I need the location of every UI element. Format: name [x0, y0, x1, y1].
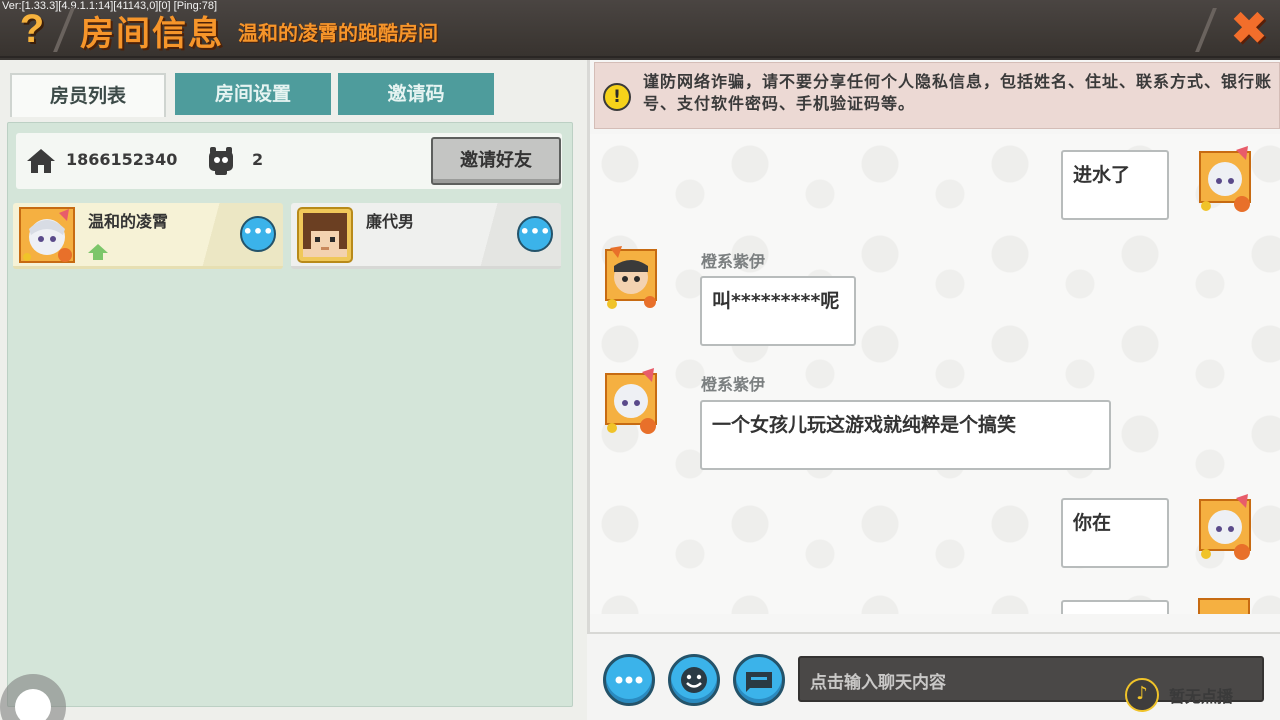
host-icon: [88, 244, 108, 260]
ellipsis-icon: [615, 676, 643, 684]
fraud-warning-banner: ! 谨防网络诈骗，请不要分享任何个人隐私信息，包括姓名、住址、联系方式、银行账号…: [594, 62, 1280, 129]
member-card[interactable]: 廉代男 •••: [291, 203, 561, 269]
room-info-row: 1866152340 2 邀请好友: [16, 133, 562, 189]
left-panel: 房员列表 房间设置 邀请码 1866152340 2 邀请好友 温和的凌霄 ••…: [0, 60, 587, 720]
room-name: 温和的凌霄的跑酷房间: [238, 21, 438, 45]
quick-message-button[interactable]: [733, 654, 785, 706]
close-button[interactable]: ✖: [1222, 4, 1276, 52]
tab-invite-code[interactable]: 邀请码: [338, 73, 494, 115]
chat-message-list[interactable]: 进水了 橙系紫伊 叫*********呢 橙系紫伊 一个女孩儿玩这游戏就纯粹是个…: [590, 134, 1280, 614]
warning-icon: !: [603, 83, 631, 111]
member-more-button[interactable]: •••: [517, 216, 553, 252]
divider: [1195, 8, 1217, 52]
help-button[interactable]: ?: [6, 6, 58, 52]
chat-input-bar: 点击输入聊天内容 ♪ 暂无点播: [587, 632, 1280, 720]
avatar: [19, 207, 75, 263]
fraud-warning-text: 谨防网络诈骗，请不要分享任何个人隐私信息，包括姓名、住址、联系方式、银行账号、支…: [643, 72, 1273, 113]
header-bar: Ver:[1.33.3][4.9.1.1:14][41143,0][0] [Pi…: [0, 0, 1280, 58]
avatar: [1199, 146, 1251, 212]
chat-bubble: 你在: [1061, 498, 1169, 568]
chat-panel: ! 谨防网络诈骗，请不要分享任何个人隐私信息，包括姓名、住址、联系方式、银行账号…: [587, 60, 1280, 720]
message-card-icon: [746, 672, 772, 692]
avatar: [605, 368, 657, 434]
member-card[interactable]: 温和的凌霄 •••: [13, 203, 283, 269]
page-title: 房间信息: [80, 14, 224, 54]
more-options-button[interactable]: [603, 654, 655, 706]
invite-friend-button[interactable]: 邀请好友: [431, 137, 561, 185]
music-note-icon: ♪: [1125, 678, 1159, 712]
tab-member-list[interactable]: 房员列表: [10, 73, 166, 117]
home-icon: [27, 149, 55, 173]
avatar: [297, 207, 353, 263]
sender-name: 橙系紫伊: [701, 375, 766, 394]
member-list-area: 1866152340 2 邀请好友 温和的凌霄 ••• 廉代男 •••: [7, 122, 573, 707]
player-count: 2: [252, 150, 264, 169]
music-request[interactable]: ♪ 暂无点播: [1117, 674, 1280, 720]
chat-bubble: 叫*********呢: [700, 276, 856, 346]
sender-name: 橙系紫伊: [701, 252, 766, 271]
player-count-icon: [209, 147, 233, 175]
member-more-button[interactable]: •••: [240, 216, 276, 252]
member-name: 温和的凌霄: [88, 212, 169, 231]
chat-bubble: 进水了: [1061, 150, 1169, 220]
member-name: 廉代男: [366, 212, 415, 231]
room-id: 1866152340: [66, 150, 178, 169]
music-status: 暂无点播: [1169, 687, 1234, 706]
avatar: [605, 246, 657, 309]
chat-bubble: 一个女孩儿玩这游戏就纯粹是个搞笑: [700, 400, 1111, 470]
emoji-button[interactable]: [668, 654, 720, 706]
avatar-partial: [1198, 598, 1250, 614]
smiley-icon: [681, 667, 707, 693]
avatar: [1199, 494, 1251, 560]
tab-room-settings[interactable]: 房间设置: [175, 73, 331, 115]
chat-bubble-partial: [1061, 600, 1169, 614]
